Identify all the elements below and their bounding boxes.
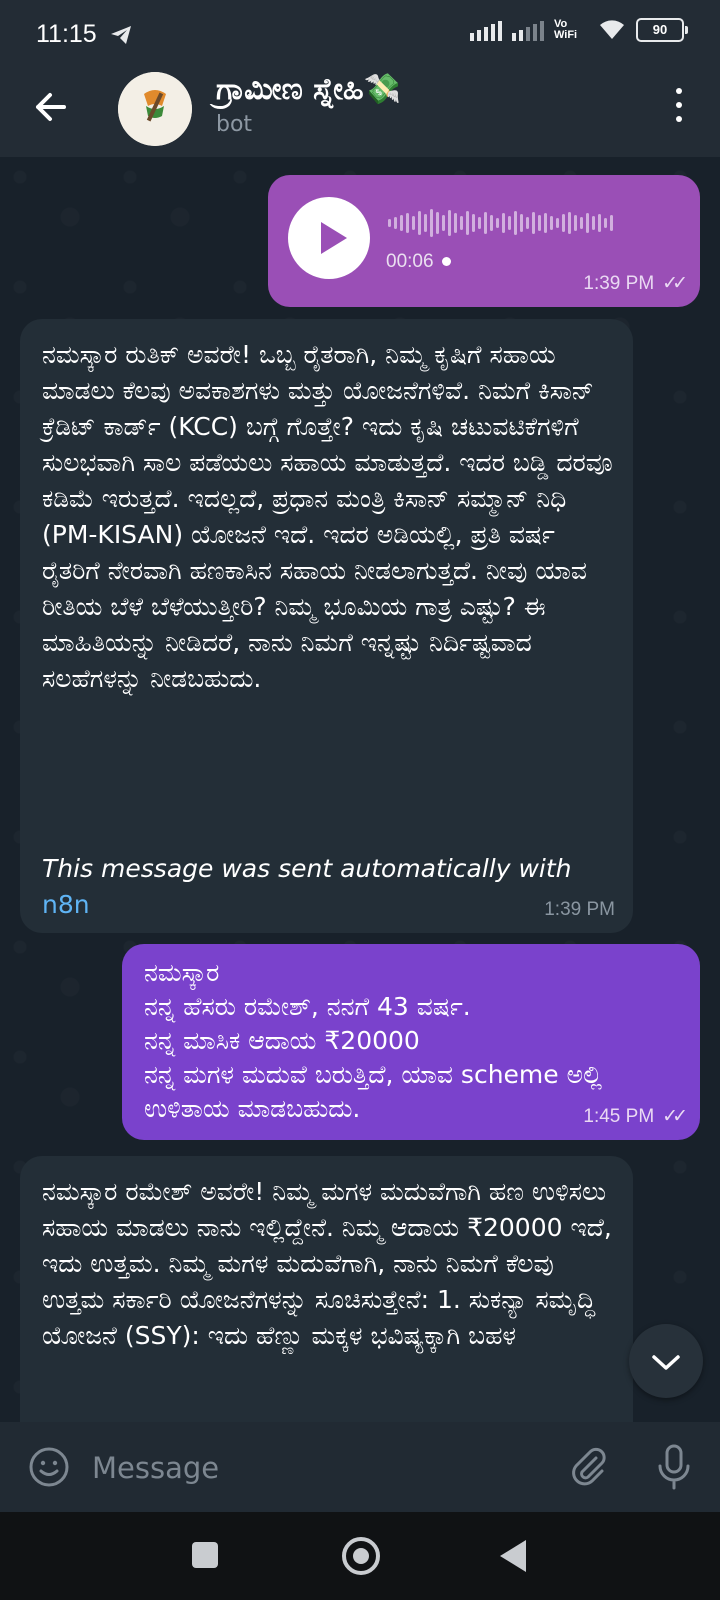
logo-icon bbox=[118, 72, 192, 146]
double-check-icon: ✓✓ bbox=[662, 1106, 688, 1127]
attach-icon[interactable] bbox=[566, 1444, 610, 1488]
emoji-icon[interactable] bbox=[28, 1446, 70, 1488]
message-text: ನಮಸ್ಕಾರ ನನ್ನ ಹೆಸರು ರಮೇಶ್, ನನಗೆ 43 ವರ್ಷ. … bbox=[144, 958, 602, 1123]
status-bar: 11:15 Vo WiFi 90 bbox=[0, 0, 720, 70]
chat-subtitle: bot bbox=[216, 112, 253, 137]
telegram-icon bbox=[111, 26, 131, 44]
status-time: 11:15 bbox=[36, 20, 97, 48]
message-meta: 1:39 PM ✓✓ bbox=[583, 272, 688, 295]
waveform[interactable] bbox=[388, 205, 613, 241]
signal-icon bbox=[470, 19, 502, 41]
status-icons: Vo WiFi 90 bbox=[470, 18, 688, 42]
scroll-down-button[interactable] bbox=[629, 1324, 703, 1398]
wifi-icon bbox=[600, 20, 624, 39]
auto-sent-note: This message was sent automatically with… bbox=[42, 851, 572, 923]
message-time: 1:39 PM bbox=[583, 272, 655, 294]
incoming-message[interactable]: ನಮಸ್ಕಾರ ರುತಿಕ್ ಅವರೇ! ಒಬ್ಬ ರೈತರಾಗಿ, ನಿಮ್ಮ… bbox=[20, 319, 633, 933]
system-back-button[interactable] bbox=[500, 1540, 526, 1572]
message-text: ನಮಸ್ಕಾರ ರುತಿಕ್ ಅವರೇ! ಒಬ್ಬ ರೈತರಾಗಿ, ನಿಮ್ಮ… bbox=[42, 340, 621, 693]
avatar[interactable] bbox=[118, 72, 192, 146]
back-arrow-icon[interactable] bbox=[28, 84, 74, 130]
vowifi-label: Vo WiFi bbox=[554, 18, 578, 41]
microphone-icon[interactable] bbox=[652, 1442, 696, 1492]
signal-2-icon bbox=[512, 19, 544, 41]
n8n-link[interactable]: n8n bbox=[42, 890, 90, 919]
battery-icon: 90 bbox=[636, 18, 688, 42]
auto-sent-text: This message was sent automatically with bbox=[42, 854, 572, 883]
system-nav-bar bbox=[0, 1512, 720, 1600]
double-check-icon: ✓✓ bbox=[662, 273, 688, 294]
message-meta: 1:39 PM bbox=[544, 899, 615, 921]
home-button[interactable] bbox=[342, 1537, 380, 1575]
message-meta: 1:45 PM ✓✓ bbox=[583, 1105, 688, 1128]
unplayed-dot bbox=[441, 257, 451, 267]
chat-header: ಗ್ರಾಮೀಣ ಸ್ನೇಹಿ💸 bot bbox=[0, 70, 720, 157]
voice-duration: 00:06 bbox=[386, 251, 451, 273]
message-input-bar bbox=[0, 1422, 720, 1512]
more-options-icon[interactable] bbox=[674, 88, 684, 122]
message-time: 1:39 PM bbox=[544, 899, 615, 920]
recents-button[interactable] bbox=[192, 1542, 218, 1568]
voice-message[interactable]: 00:06 1:39 PM ✓✓ bbox=[268, 175, 700, 307]
play-icon[interactable] bbox=[288, 197, 370, 279]
message-input[interactable] bbox=[90, 1442, 524, 1494]
message-time: 1:45 PM bbox=[583, 1105, 655, 1127]
message-text: ನಮಸ್ಕಾರ ರಮೇಶ್ ಅವರೇ! ನಿಮ್ಮ ಮಗಳ ಮದುವೆಗಾಗಿ … bbox=[42, 1177, 620, 1350]
chevron-down-icon bbox=[652, 1355, 680, 1370]
outgoing-message[interactable]: ನಮಸ್ಕಾರ ನನ್ನ ಹೆಸರು ರಮೇಶ್, ನನಗೆ 43 ವರ್ಷ. … bbox=[122, 944, 700, 1140]
chat-title[interactable]: ಗ್ರಾಮೀಣ ಸ್ನೇಹಿ💸 bbox=[216, 72, 401, 107]
